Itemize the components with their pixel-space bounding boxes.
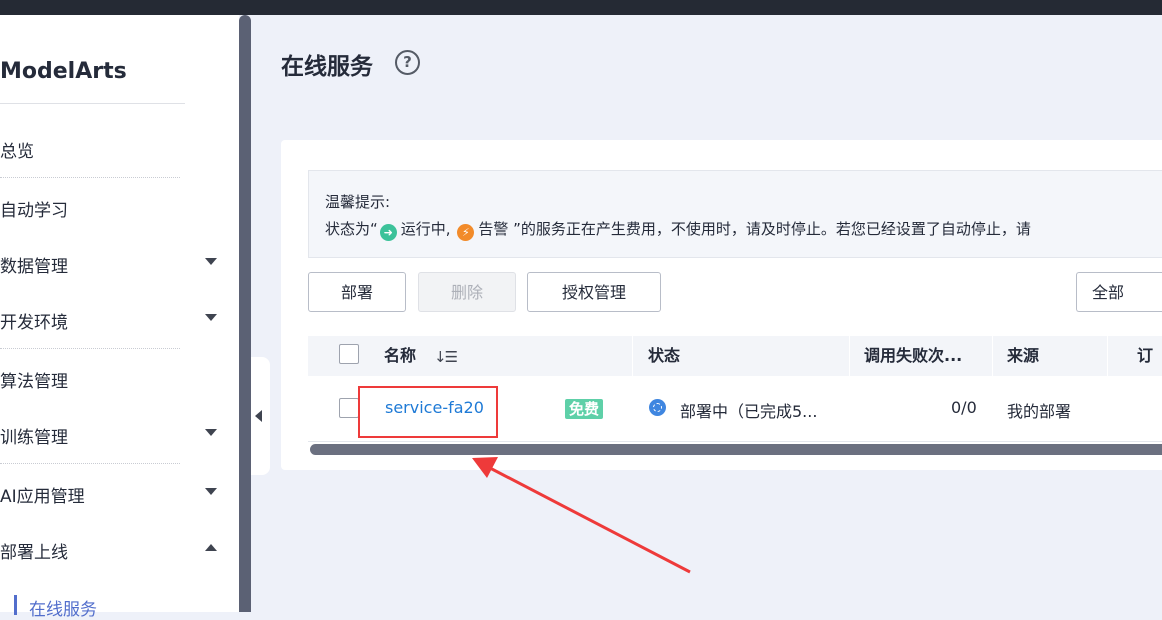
annotation-arrow — [472, 457, 691, 574]
